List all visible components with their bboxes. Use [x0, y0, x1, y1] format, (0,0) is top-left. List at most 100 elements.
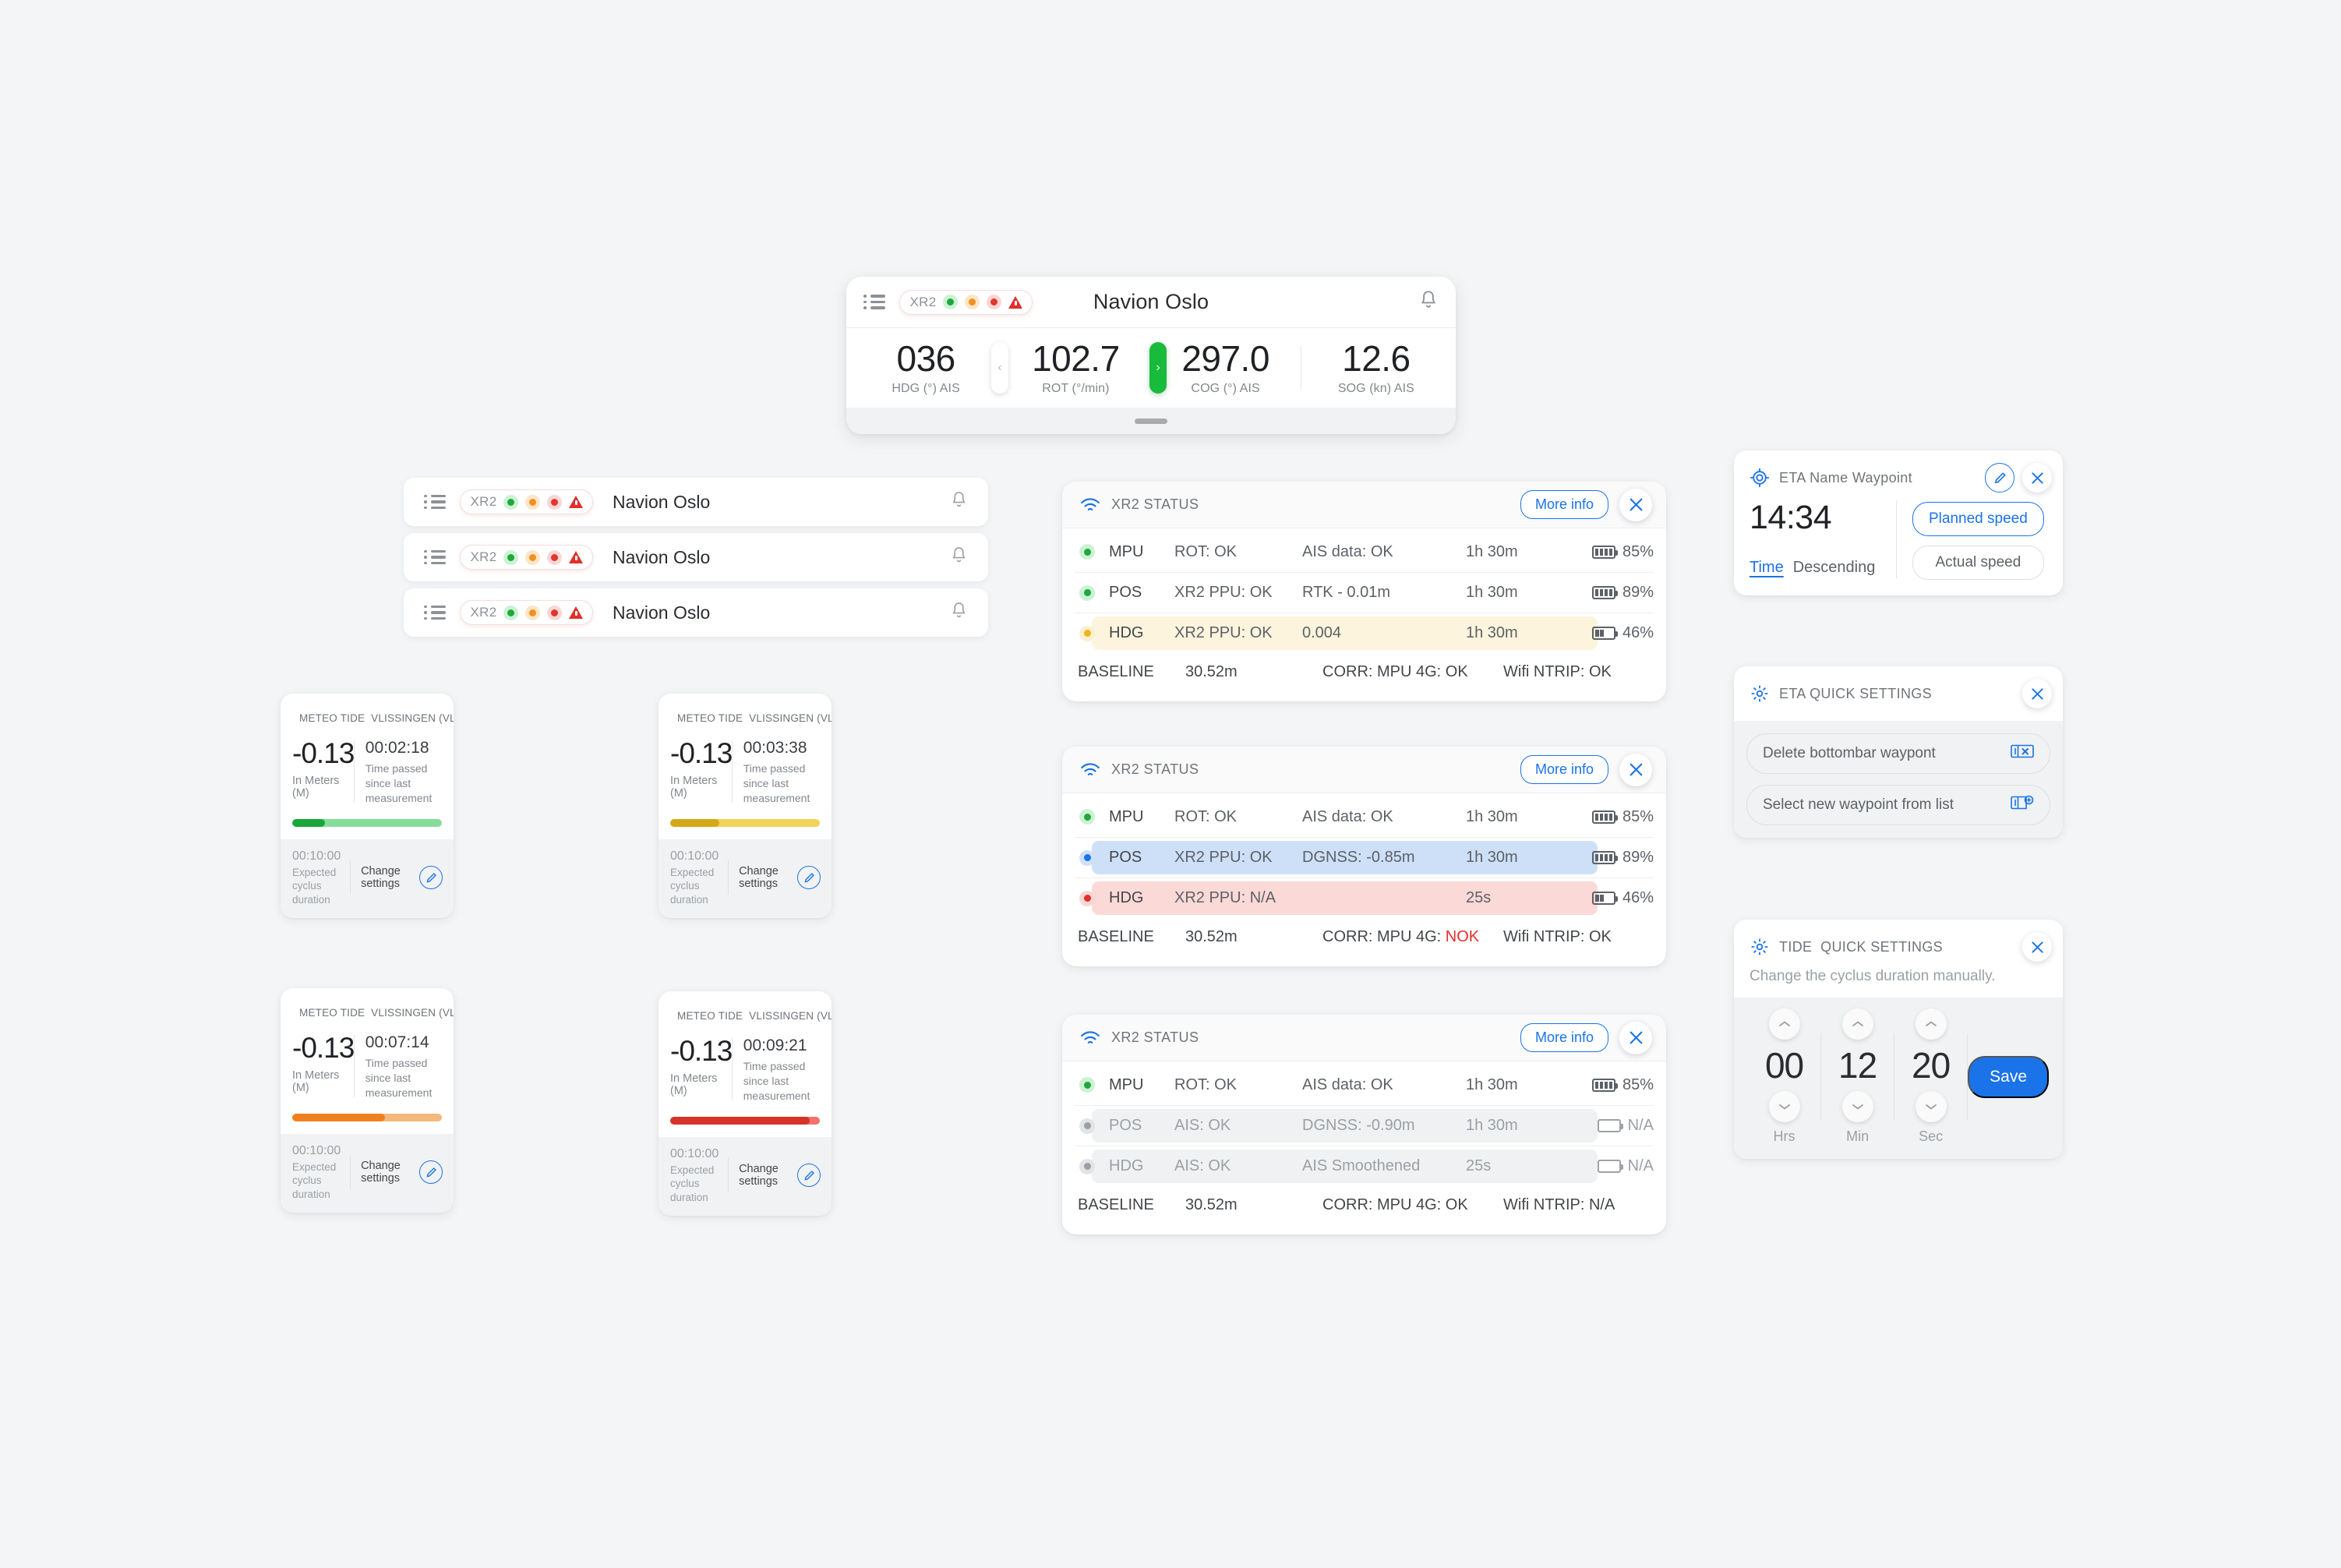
- close-icon: [1630, 498, 1642, 511]
- seconds-increment-button[interactable]: [1915, 1008, 1947, 1040]
- minutes-decrement-button[interactable]: [1841, 1091, 1873, 1122]
- navrow-1[interactable]: XR2 Navion Oslo: [404, 478, 988, 526]
- hours-increment-button[interactable]: [1768, 1008, 1800, 1040]
- metric-label: HDG (°) AIS: [892, 381, 960, 395]
- close-button[interactable]: [1619, 488, 1652, 521]
- change-settings-label[interactable]: Change settings: [361, 1160, 419, 1185]
- eta-time-group: 14:34 Time Descending: [1750, 499, 1896, 580]
- row-battery: N/A: [1597, 1157, 1654, 1175]
- more-info-button[interactable]: More info: [1520, 755, 1608, 784]
- tide-unit: In Meters (M): [292, 775, 340, 800]
- planned-speed-button[interactable]: Planned speed: [1912, 502, 2044, 536]
- notification-bell-icon[interactable]: [950, 490, 968, 514]
- prev-page-button[interactable]: ‹: [991, 342, 1008, 394]
- close-button[interactable]: [1619, 753, 1652, 786]
- panel-header: TIDE QUICK SETTINGS: [1734, 920, 2063, 965]
- progress-fill: [292, 818, 326, 827]
- chevron-up-icon: [1778, 1021, 1790, 1026]
- row-battery: 46%: [1591, 624, 1654, 642]
- tide-value: -0.13: [292, 737, 355, 769]
- status-dot: [1079, 544, 1095, 560]
- seconds-decrement-button[interactable]: [1915, 1091, 1947, 1122]
- table-row[interactable]: MPU ROT: OK AIS data: OK 1h 30m 85%: [1075, 796, 1654, 837]
- card-title: XR2 STATUS: [1111, 1029, 1199, 1045]
- status-dot-orange: [525, 605, 541, 620]
- xr2-status-card-3: XR2 STATUS More info MPU ROT: OK AIS dat…: [1062, 1015, 1666, 1234]
- elapsed-time: 00:07:14: [365, 1033, 429, 1051]
- row-col-b: AIS data: OK: [1302, 1075, 1393, 1093]
- close-button[interactable]: [2022, 463, 2052, 493]
- chevron-up-icon: [1925, 1021, 1937, 1026]
- tide-unit: In Meters (M): [292, 1069, 340, 1094]
- table-row[interactable]: HDG XR2 PPU: N/A 25s 46%: [1075, 878, 1654, 918]
- drag-handle-area[interactable]: [846, 408, 1456, 434]
- navrow-3[interactable]: XR2 Navion Oslo: [404, 588, 988, 637]
- bottombar-widget: XR2 Navion Oslo 036 HDG (°) AIS 102.7 RO…: [846, 277, 1456, 434]
- edit-button[interactable]: [797, 1164, 821, 1188]
- minutes-increment-button[interactable]: [1841, 1008, 1873, 1040]
- table-row[interactable]: POS XR2 PPU: OK RTK - 0.01m 1h 30m 89%: [1075, 572, 1654, 613]
- cycle-group: 00:10:00 Expected cyclus duration: [292, 849, 350, 907]
- sort-primary[interactable]: Time: [1750, 559, 1784, 576]
- menu-list-icon[interactable]: [424, 494, 446, 510]
- panel-header: ETA Name Waypoint: [1734, 450, 2063, 496]
- row-name: POS: [1109, 1117, 1142, 1134]
- xr2-status-badge[interactable]: XR2: [459, 545, 594, 570]
- navrow-2[interactable]: XR2 Navion Oslo: [404, 533, 988, 581]
- drag-handle[interactable]: [1135, 418, 1167, 424]
- select-new-waypoint-item[interactable]: Select new waypoint from list: [1746, 785, 2050, 825]
- row-col-b: RTK - 0.01m: [1302, 584, 1390, 601]
- more-info-button[interactable]: More info: [1520, 490, 1608, 519]
- table-row[interactable]: HDG XR2 PPU: OK 0.004 1h 30m 46%: [1075, 613, 1654, 653]
- wifi-icon: [1081, 497, 1100, 510]
- table-row[interactable]: HDG AIS: OK AIS Smoothened 25s N/A: [1075, 1146, 1654, 1186]
- delete-bottombar-waypoint-item[interactable]: Delete bottombar waypont: [1746, 733, 2050, 774]
- notification-bell-icon[interactable]: [1418, 289, 1439, 315]
- actual-speed-button[interactable]: Actual speed: [1912, 546, 2044, 580]
- minutes-value: 12: [1838, 1045, 1877, 1086]
- tide-elapsed-group: 00:03:38 Time passed since last measurem…: [743, 739, 820, 806]
- edit-waypoint-button[interactable]: [1985, 463, 2014, 493]
- edit-button[interactable]: [419, 1160, 443, 1185]
- next-page-button[interactable]: ›: [1149, 342, 1167, 394]
- metric-rot: 102.7 ROT (°/min): [1001, 341, 1150, 396]
- sort-order[interactable]: Descending: [1793, 559, 1876, 576]
- corr-status: CORR: MPU 4G: OK: [1322, 1195, 1468, 1213]
- change-settings-label[interactable]: Change settings: [739, 865, 797, 890]
- notification-bell-icon[interactable]: [950, 546, 968, 569]
- xr2-status-badge[interactable]: XR2: [459, 600, 594, 625]
- vessel-name: Navion Oslo: [613, 546, 711, 567]
- change-settings-label[interactable]: Change settings: [739, 1163, 797, 1188]
- card-header: XR2 STATUS More info: [1062, 1015, 1666, 1061]
- close-button[interactable]: [2022, 679, 2052, 708]
- status-dot-orange: [525, 549, 541, 565]
- corr-status: CORR: MPU 4G: NOK: [1322, 927, 1480, 945]
- table-row[interactable]: MPU ROT: OK AIS data: OK 1h 30m 85%: [1075, 1065, 1654, 1105]
- close-button[interactable]: [2022, 932, 2052, 962]
- edit-button[interactable]: [419, 866, 443, 890]
- save-button[interactable]: Save: [1968, 1055, 2050, 1098]
- close-button[interactable]: [1619, 1021, 1652, 1054]
- table-row[interactable]: MPU ROT: OK AIS data: OK 1h 30m 85%: [1075, 531, 1654, 572]
- table-row[interactable]: POS AIS: OK DGNSS: -0.90m 1h 30m N/A: [1075, 1105, 1654, 1146]
- hours-spinner: 00 Hrs: [1748, 1008, 1820, 1145]
- hours-value: 00: [1764, 1045, 1804, 1086]
- xr2-status-badge[interactable]: XR2: [459, 489, 594, 514]
- more-info-button[interactable]: More info: [1520, 1023, 1608, 1052]
- menu-list-icon[interactable]: [424, 549, 446, 565]
- hours-decrement-button[interactable]: [1768, 1091, 1800, 1122]
- table-row[interactable]: POS XR2 PPU: OK DGNSS: -0.85m 1h 30m 89%: [1075, 837, 1654, 878]
- menu-list-icon[interactable]: [424, 605, 446, 620]
- divider: [350, 1155, 351, 1190]
- card-title: METEO TIDE VLISSINGEN (VLIS): [677, 1009, 832, 1022]
- battery-icon: [1591, 892, 1618, 905]
- notification-bell-icon[interactable]: [950, 601, 968, 624]
- tide-unit: In Meters (M): [670, 775, 718, 800]
- edit-button[interactable]: [797, 866, 821, 890]
- corr-status: CORR: MPU 4G: OK: [1322, 662, 1468, 680]
- tide-value: -0.13: [670, 1035, 733, 1067]
- change-settings-label[interactable]: Change settings: [361, 865, 419, 890]
- cycle-group: 00:10:00 Expected cyclus duration: [670, 849, 728, 907]
- metric-value: 102.7: [1032, 337, 1120, 379]
- card-footer: 00:10:00 Expected cyclus duration Change…: [281, 1133, 454, 1213]
